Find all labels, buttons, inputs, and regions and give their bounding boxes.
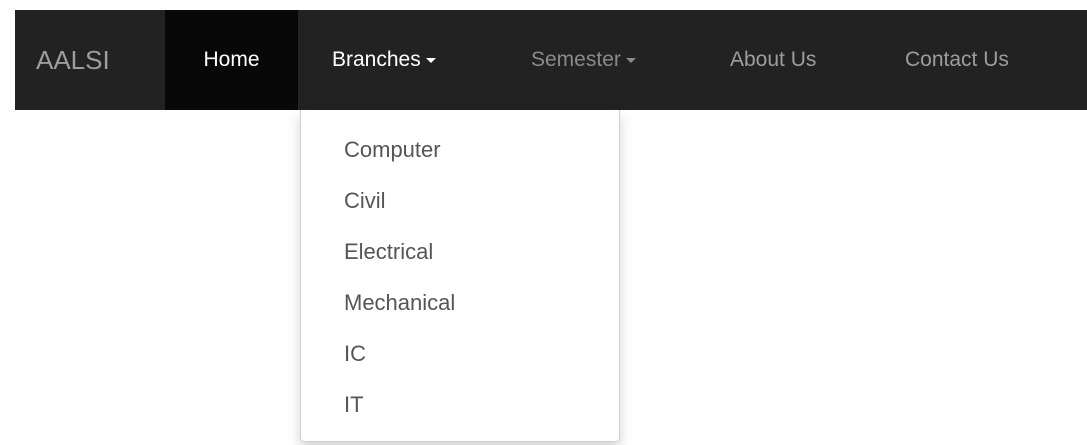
nav-item-home-label: Home	[203, 48, 260, 71]
brand-logo[interactable]: AALSI	[15, 10, 165, 110]
dropdown-item-mechanical[interactable]: Mechanical	[301, 277, 619, 328]
nav-item-contact-us-label: Contact Us	[905, 48, 1009, 71]
nav-item-about-us[interactable]: About Us	[715, 10, 875, 110]
dropdown-item-computer[interactable]: Computer	[301, 124, 619, 175]
page: AALSI Home Branches Semester About Us Co…	[0, 0, 1087, 445]
nav-item-home[interactable]: Home	[165, 10, 298, 110]
dropdown-item-electrical[interactable]: Electrical	[301, 226, 619, 277]
top-navbar: AALSI Home Branches Semester About Us Co…	[15, 10, 1087, 110]
dropdown-item-ic[interactable]: IC	[301, 328, 619, 379]
dropdown-item-civil[interactable]: Civil	[301, 175, 619, 226]
caret-down-icon	[625, 57, 636, 63]
nav-item-branches-label: Branches	[332, 48, 421, 71]
branches-dropdown-menu: Computer Civil Electrical Mechanical IC …	[300, 110, 620, 442]
nav-item-about-us-label: About Us	[730, 48, 817, 71]
nav-item-branches[interactable]: Branches	[315, 10, 490, 110]
caret-down-icon	[425, 57, 436, 63]
nav-item-semester-label: Semester	[531, 48, 621, 71]
nav-item-contact-us[interactable]: Contact Us	[890, 10, 1070, 110]
dropdown-item-it[interactable]: IT	[301, 379, 619, 430]
nav-item-semester[interactable]: Semester	[514, 10, 684, 110]
